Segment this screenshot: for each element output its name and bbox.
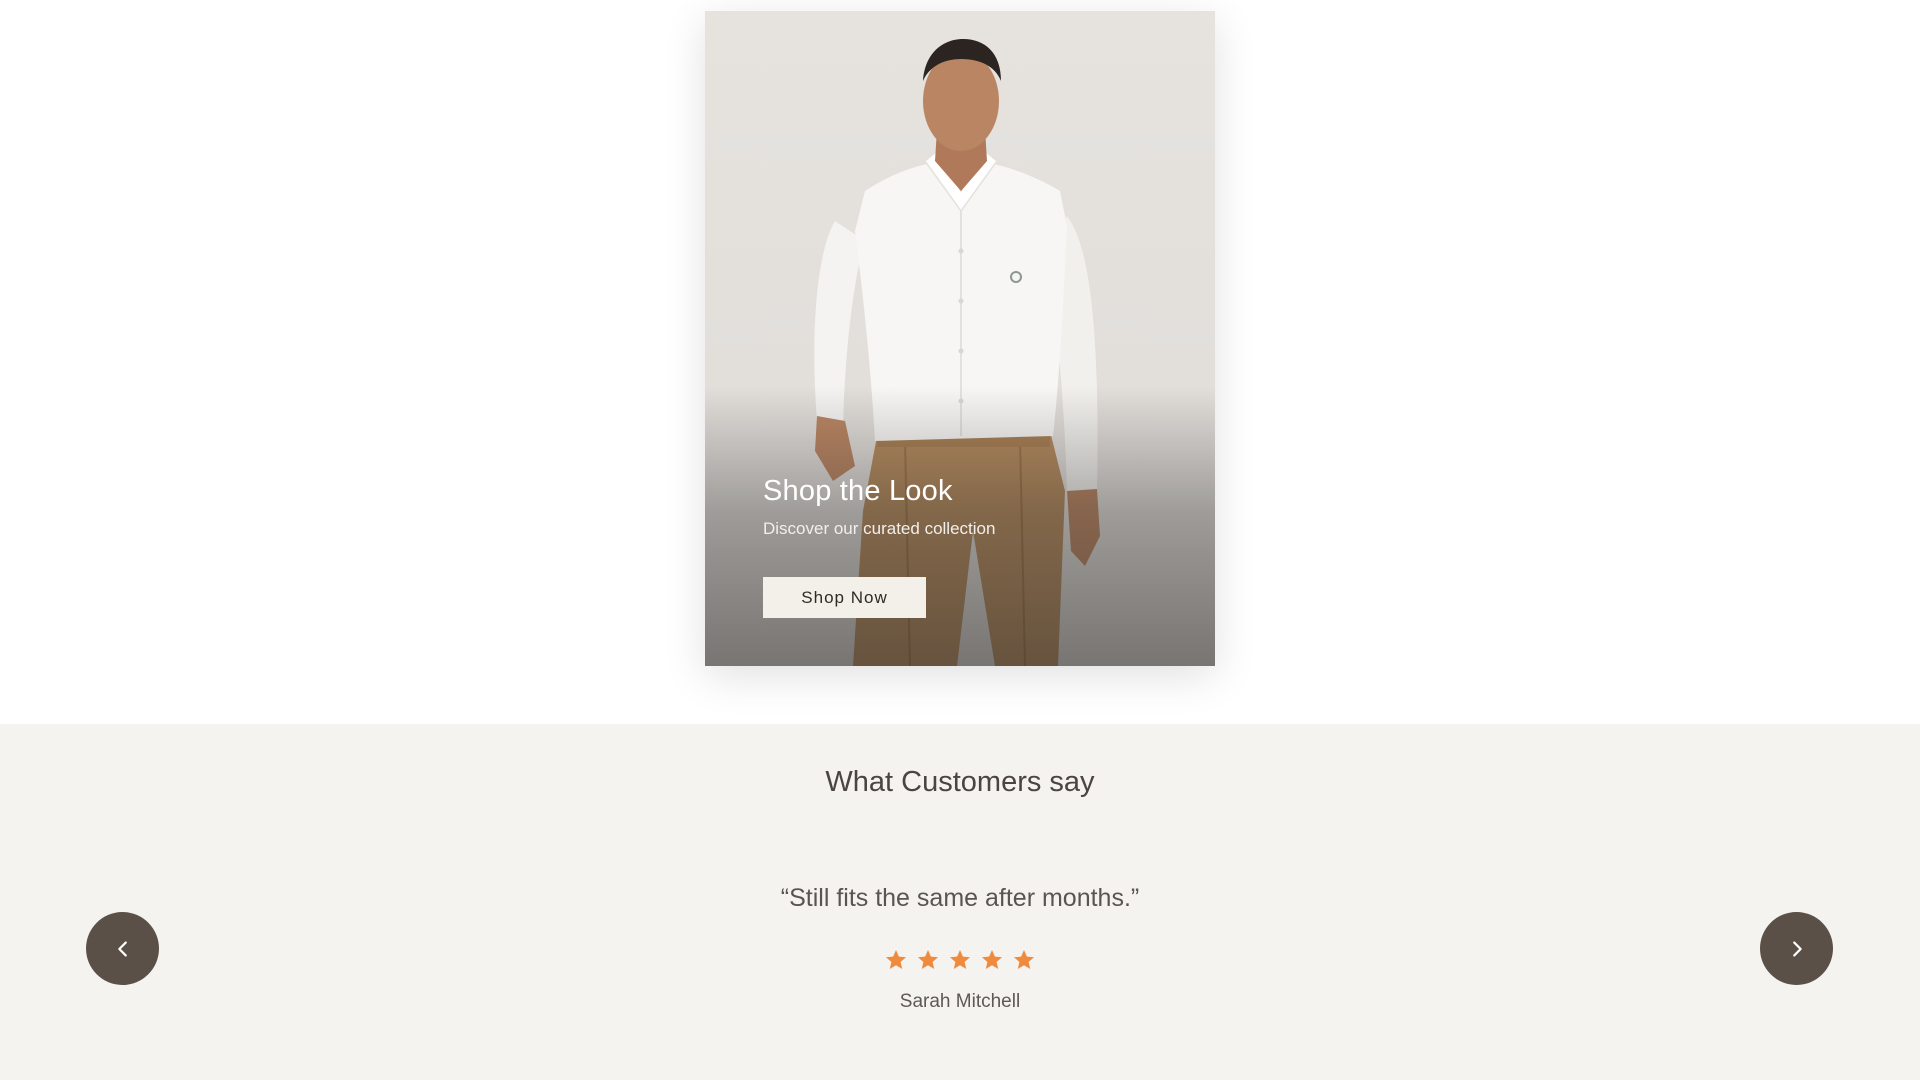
next-testimonial-button[interactable] [1760, 912, 1833, 985]
testimonials-section: What Customers say “Still fits the same … [0, 724, 1920, 1080]
hero-card[interactable]: Shop the Look Discover our curated colle… [705, 11, 1215, 666]
star-icon [918, 950, 938, 969]
testimonials-heading: What Customers say [825, 766, 1095, 798]
testimonial-quote: “Still fits the same after months.” [780, 884, 1140, 912]
hero-title: Shop the Look [763, 475, 953, 507]
star-icon [1014, 950, 1034, 969]
star-icon [982, 950, 1002, 969]
star-icon [950, 950, 970, 969]
star-rating [0, 948, 1920, 972]
hero-subtitle: Discover our curated collection [763, 519, 996, 538]
shop-now-button[interactable]: Shop Now [763, 577, 926, 618]
testimonial-author: Sarah Mitchell [899, 991, 1021, 1012]
hero-section: Shop the Look Discover our curated colle… [0, 0, 1920, 724]
page: Shop the Look Discover our curated colle… [0, 0, 1920, 1080]
chevron-right-icon [1792, 940, 1802, 957]
star-icon [886, 950, 906, 969]
